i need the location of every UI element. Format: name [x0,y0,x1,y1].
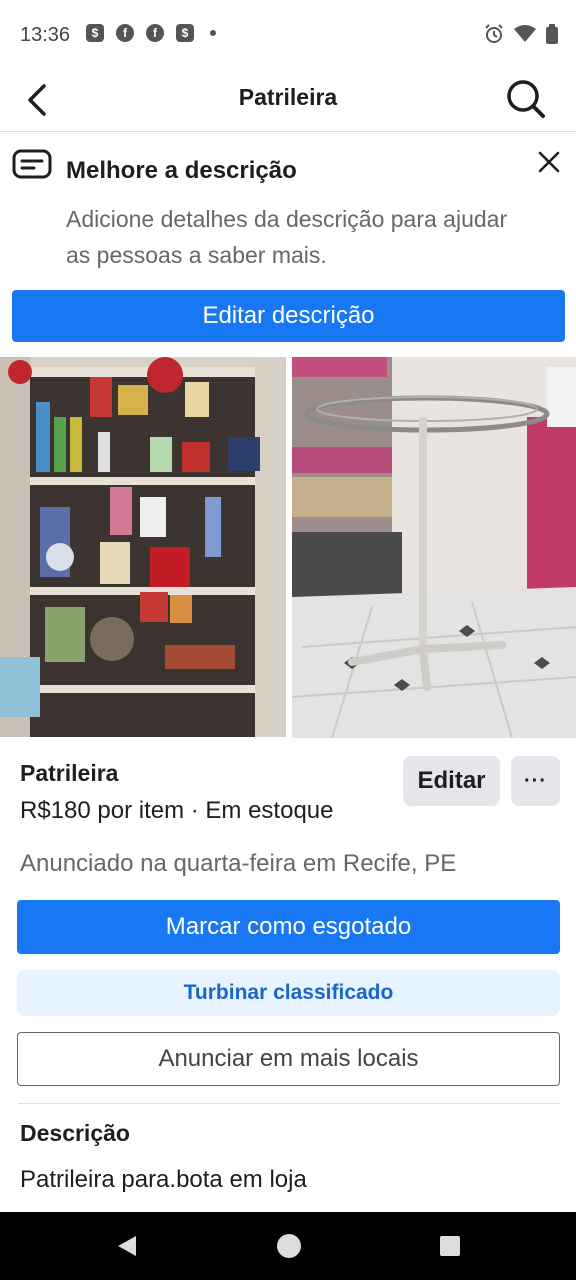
listing-photos [0,357,576,738]
system-icons [484,24,558,44]
description-suggestion-card: Melhore a descrição Adicione detalhes da… [0,133,576,355]
nav-home-icon[interactable] [277,1234,301,1258]
page-title: Patrileira [238,84,338,110]
mark-sold-button[interactable]: Marcar como esgotado [17,900,560,954]
app-header: Patrileira [0,70,576,132]
status-bar: 13:36 $ f f $ [0,0,576,70]
text-bubble-icon [12,149,52,179]
list-more-places-button[interactable]: Anunciar em mais locais [17,1032,560,1086]
shop-bag-icon: $ [176,24,194,42]
edit-listing-button[interactable]: Editar [403,756,500,806]
suggestion-title: Melhore a descrição [66,157,297,184]
nav-back-icon[interactable] [116,1234,140,1258]
search-button[interactable] [504,76,548,120]
description-heading: Descrição [20,1120,130,1146]
nav-recents-icon[interactable] [440,1236,460,1256]
system-nav-bar [0,1212,576,1280]
photo-shelves[interactable] [0,357,286,738]
battery-icon [546,24,558,44]
facebook-icon: f [146,24,164,42]
listing-title: Patrileira [20,760,119,786]
dot-icon [210,30,216,36]
photo-rack[interactable] [292,357,576,738]
divider [18,1103,560,1104]
alarm-icon [485,24,503,43]
shop-bag-icon: $ [86,24,104,42]
notification-icons: $ f f $ [86,24,216,42]
search-icon [507,80,545,118]
facebook-icon: f [116,24,134,42]
listing-meta: Anunciado na quarta-feira em Recife, PE [20,850,457,877]
listing-price: R$180 por item · Em estoque [20,797,334,824]
close-icon[interactable] [536,149,562,175]
boost-listing-button[interactable]: Turbinar classificado [17,970,560,1016]
suggestion-body: Adicione detalhes da descrição para ajud… [66,206,508,268]
more-options-button[interactable]: ··· [511,756,560,806]
edit-description-button[interactable]: Editar descrição [12,290,565,342]
description-text: Patrileira para.bota em loja [20,1166,307,1193]
wifi-icon [514,25,536,42]
status-time: 13:36 [20,24,71,46]
